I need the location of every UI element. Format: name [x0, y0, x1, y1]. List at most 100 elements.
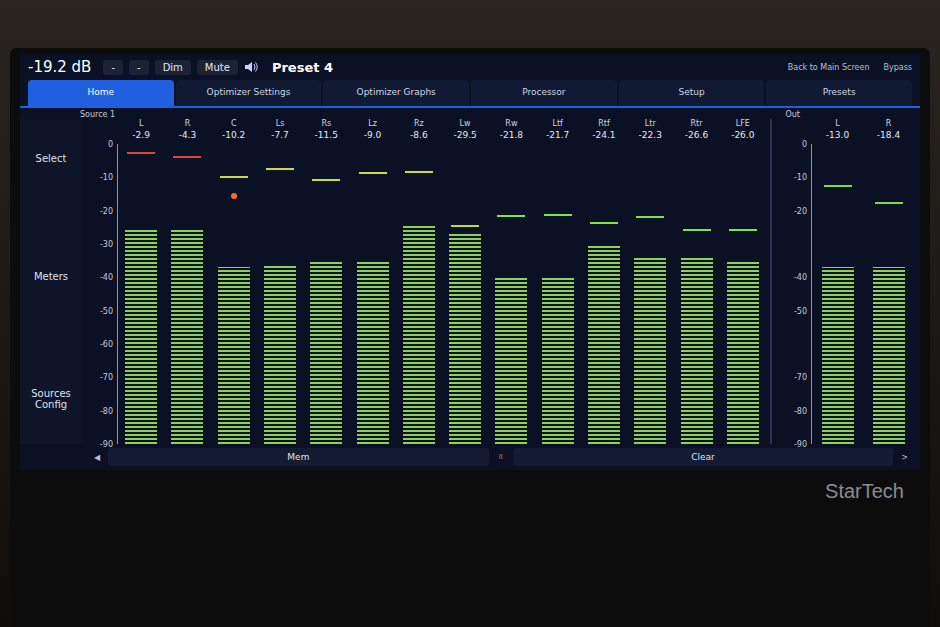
- scale-tick: -30: [100, 240, 113, 249]
- output-meters: 0-10-20-40-50-70-80-90L-13.0R-18.4: [770, 119, 920, 444]
- channel-meter[interactable]: Lw-29.5: [442, 119, 488, 444]
- tab[interactable]: Setup: [619, 80, 765, 106]
- top-link[interactable]: Back to Main Screen: [788, 63, 870, 72]
- meter-track: [264, 144, 296, 444]
- clear-button[interactable]: Clear: [513, 448, 894, 466]
- channel-name: Ltr: [645, 119, 656, 128]
- meter-bar: [310, 261, 342, 444]
- channel-meter[interactable]: L -13.0: [812, 119, 863, 444]
- tab-bar: HomeOptimizer SettingsOptimizer GraphsPr…: [20, 80, 920, 108]
- peak-marker: [636, 216, 664, 218]
- sidebar-item[interactable]: Meters: [20, 267, 82, 286]
- channel-meter[interactable]: Rtr -26.6: [673, 119, 719, 444]
- top-button[interactable]: Mute: [197, 60, 238, 75]
- channel-reading: -21.8: [500, 130, 523, 140]
- top-link[interactable]: Bypass: [883, 63, 912, 72]
- channel-meter[interactable]: C -10.2: [211, 119, 257, 444]
- meter-track: [310, 144, 342, 444]
- channel-name: R: [886, 119, 892, 128]
- top-button[interactable]: Dim: [155, 60, 191, 75]
- scale-tick: -10: [100, 173, 113, 182]
- channel-name: L: [139, 119, 143, 128]
- meter-track: [542, 144, 574, 444]
- sidebar-item[interactable]: Select: [20, 149, 82, 168]
- meter-bar: [822, 267, 854, 444]
- channel-reading: -2.9: [132, 130, 150, 140]
- meter-track: [357, 144, 389, 444]
- monitor: -19.2 dB--DimMutePreset 4Back to Main Sc…: [10, 48, 930, 627]
- channel-meter[interactable]: R -4.3: [164, 119, 210, 444]
- scale-tick: 0: [108, 140, 113, 149]
- channel-name: L: [835, 119, 839, 128]
- channel-reading: -21.7: [546, 130, 569, 140]
- scale-tick: -90: [794, 440, 807, 449]
- meter-bar: [588, 244, 620, 444]
- meter-track: [588, 144, 620, 444]
- scale-tick: -60: [100, 340, 113, 349]
- channel-meter[interactable]: Rtf-24.1: [581, 119, 627, 444]
- meter-bar: [125, 228, 157, 444]
- speaker-icon[interactable]: [244, 61, 258, 73]
- tab[interactable]: Presets: [766, 80, 912, 106]
- meter-bar: [403, 224, 435, 444]
- scale-tick: -70: [794, 373, 807, 382]
- channel-name: R: [185, 119, 191, 128]
- channel-name: LFE: [736, 119, 750, 128]
- channel-reading: -4.3: [179, 130, 197, 140]
- scale-tick: 0: [802, 140, 807, 149]
- tab[interactable]: Processor: [471, 80, 617, 106]
- meter-track: [727, 144, 759, 444]
- scale-tick: -80: [794, 406, 807, 415]
- channel-meter[interactable]: Ls-7.7: [257, 119, 303, 444]
- meter-bar: [171, 228, 203, 444]
- channel-reading: -8.6: [410, 130, 428, 140]
- channel-reading: -26.6: [685, 130, 708, 140]
- channel-reading: -13.0: [826, 130, 849, 140]
- channel-meter[interactable]: Ltf-21.7: [535, 119, 581, 444]
- out-label: Out: [785, 110, 800, 119]
- channel-name: Rtr: [691, 119, 703, 128]
- channel-meter[interactable]: Rw-21.8: [488, 119, 534, 444]
- channel-meter[interactable]: LFE-26.0: [720, 119, 766, 444]
- meter-bar: [542, 277, 574, 444]
- top-button[interactable]: -: [103, 60, 123, 75]
- meter-bar: [681, 257, 713, 444]
- page: -19.2 dB--DimMutePreset 4Back to Main Sc…: [0, 0, 940, 627]
- tab[interactable]: Home: [28, 80, 174, 106]
- scroll-left[interactable]: ◀: [90, 453, 104, 462]
- scale-tick: -40: [100, 273, 113, 282]
- source-row: Source 1 Out: [20, 108, 920, 119]
- scale-tick: -80: [100, 406, 113, 415]
- top-button[interactable]: -: [129, 60, 149, 75]
- meter-track: [634, 144, 666, 444]
- pause-mark: II: [493, 453, 509, 461]
- peak-marker: [729, 229, 757, 231]
- over-indicator: [231, 193, 237, 199]
- channel-reading: -10.2: [222, 130, 245, 140]
- channel-meter[interactable]: R-18.4: [863, 119, 914, 444]
- peak-marker: [451, 225, 479, 227]
- channel-meter[interactable]: Rs-11.5: [303, 119, 349, 444]
- tab[interactable]: Optimizer Settings: [176, 80, 322, 106]
- channel-meter[interactable]: Ltr -22.3: [627, 119, 673, 444]
- scroll-right[interactable]: >: [897, 453, 912, 462]
- screen: -19.2 dB--DimMutePreset 4Back to Main Sc…: [20, 54, 920, 470]
- meter-bar: [634, 257, 666, 444]
- peak-marker: [220, 176, 248, 178]
- channel-reading: -22.3: [639, 130, 662, 140]
- channel-meter[interactable]: L -2.9: [118, 119, 164, 444]
- output-scale: 0-10-20-40-50-70-80-90: [778, 144, 812, 444]
- channel-name: C: [231, 119, 237, 128]
- peak-marker: [266, 168, 294, 170]
- peak-marker: [127, 152, 155, 154]
- channel-meter[interactable]: Rz-8.6: [396, 119, 442, 444]
- source-label: Source 1: [80, 110, 115, 119]
- channel-meter[interactable]: Lz-9.0: [349, 119, 395, 444]
- tab[interactable]: Optimizer Graphs: [323, 80, 469, 106]
- sidebar-item[interactable]: Sources Config: [20, 384, 82, 414]
- scale-tick: -10: [794, 173, 807, 182]
- peak-marker: [359, 172, 387, 174]
- meter-track: [403, 144, 435, 444]
- mem-button[interactable]: Mem: [108, 448, 489, 466]
- bezel: StarTech: [20, 470, 920, 627]
